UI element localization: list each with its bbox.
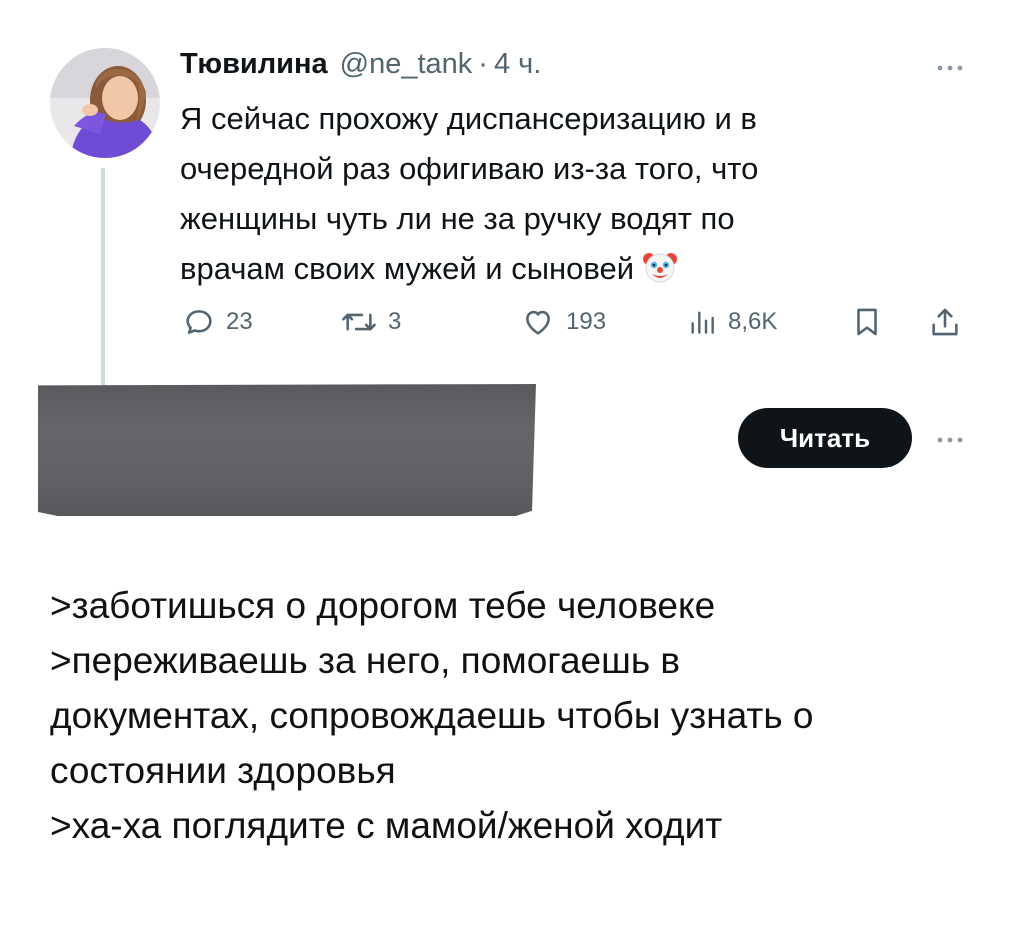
thread-line [101,168,105,388]
tweet-text-line: Я сейчас прохожу диспансеризацию и в [180,101,757,136]
tweet-text-line: врачам своих мужей и сыновей [180,244,900,294]
read-button[interactable]: Читать [738,408,912,468]
tweet-time[interactable]: 4 ч. [494,48,541,81]
reply-icon [182,305,216,339]
share-icon [928,304,962,340]
like-button[interactable]: 193 [520,300,606,344]
reply-count: 23 [226,308,253,335]
retweet-icon [340,305,378,339]
caption-line: >заботишься о дорогом тебе человеке [50,585,716,626]
views-count: 8,6K [728,308,778,335]
more-dots-icon[interactable] [930,58,970,78]
like-count: 193 [566,308,607,335]
redacted-area [38,384,536,516]
caption-line: >ха-ха поглядите с мамой/женой ходит [50,805,723,846]
tweet-actions: 23 3 193 8,6K [0,300,1024,344]
views-button[interactable]: 8,6K [686,300,777,344]
tweet-text: Я сейчас прохожу диспансеризацию и в оче… [180,94,900,294]
tweet-header: Тювилина @ne_tank · 4 ч. [180,48,541,84]
separator-dot: · [478,48,488,80]
share-button[interactable] [928,300,962,344]
heart-icon [520,305,556,339]
tweet-text-line: очередной раз офигиваю из-за того, что [180,151,759,186]
retweet-count: 3 [388,308,402,335]
avatar[interactable] [50,48,160,158]
tweet-text-line: женщины чуть ли не за ручку водят по [180,201,735,236]
caption-line: документах, сопровождаешь чтобы узнать о [50,695,814,736]
user-handle[interactable]: @ne_tank [340,48,473,81]
reply-button[interactable]: 23 [182,300,253,344]
caption-line: >переживаешь за него, помогаешь в [50,640,681,681]
display-name[interactable]: Тювилина [180,48,328,81]
caption-text: >заботишься о дорогом тебе человеке >пер… [50,578,980,853]
retweet-button[interactable]: 3 [340,300,401,344]
views-chart-icon [686,305,718,339]
caption-line: состоянии здоровья [50,750,396,791]
bookmark-button[interactable] [850,300,884,344]
more-dots-icon[interactable] [930,430,970,450]
bookmark-icon [850,304,884,340]
clown-face-emoji [642,249,678,285]
